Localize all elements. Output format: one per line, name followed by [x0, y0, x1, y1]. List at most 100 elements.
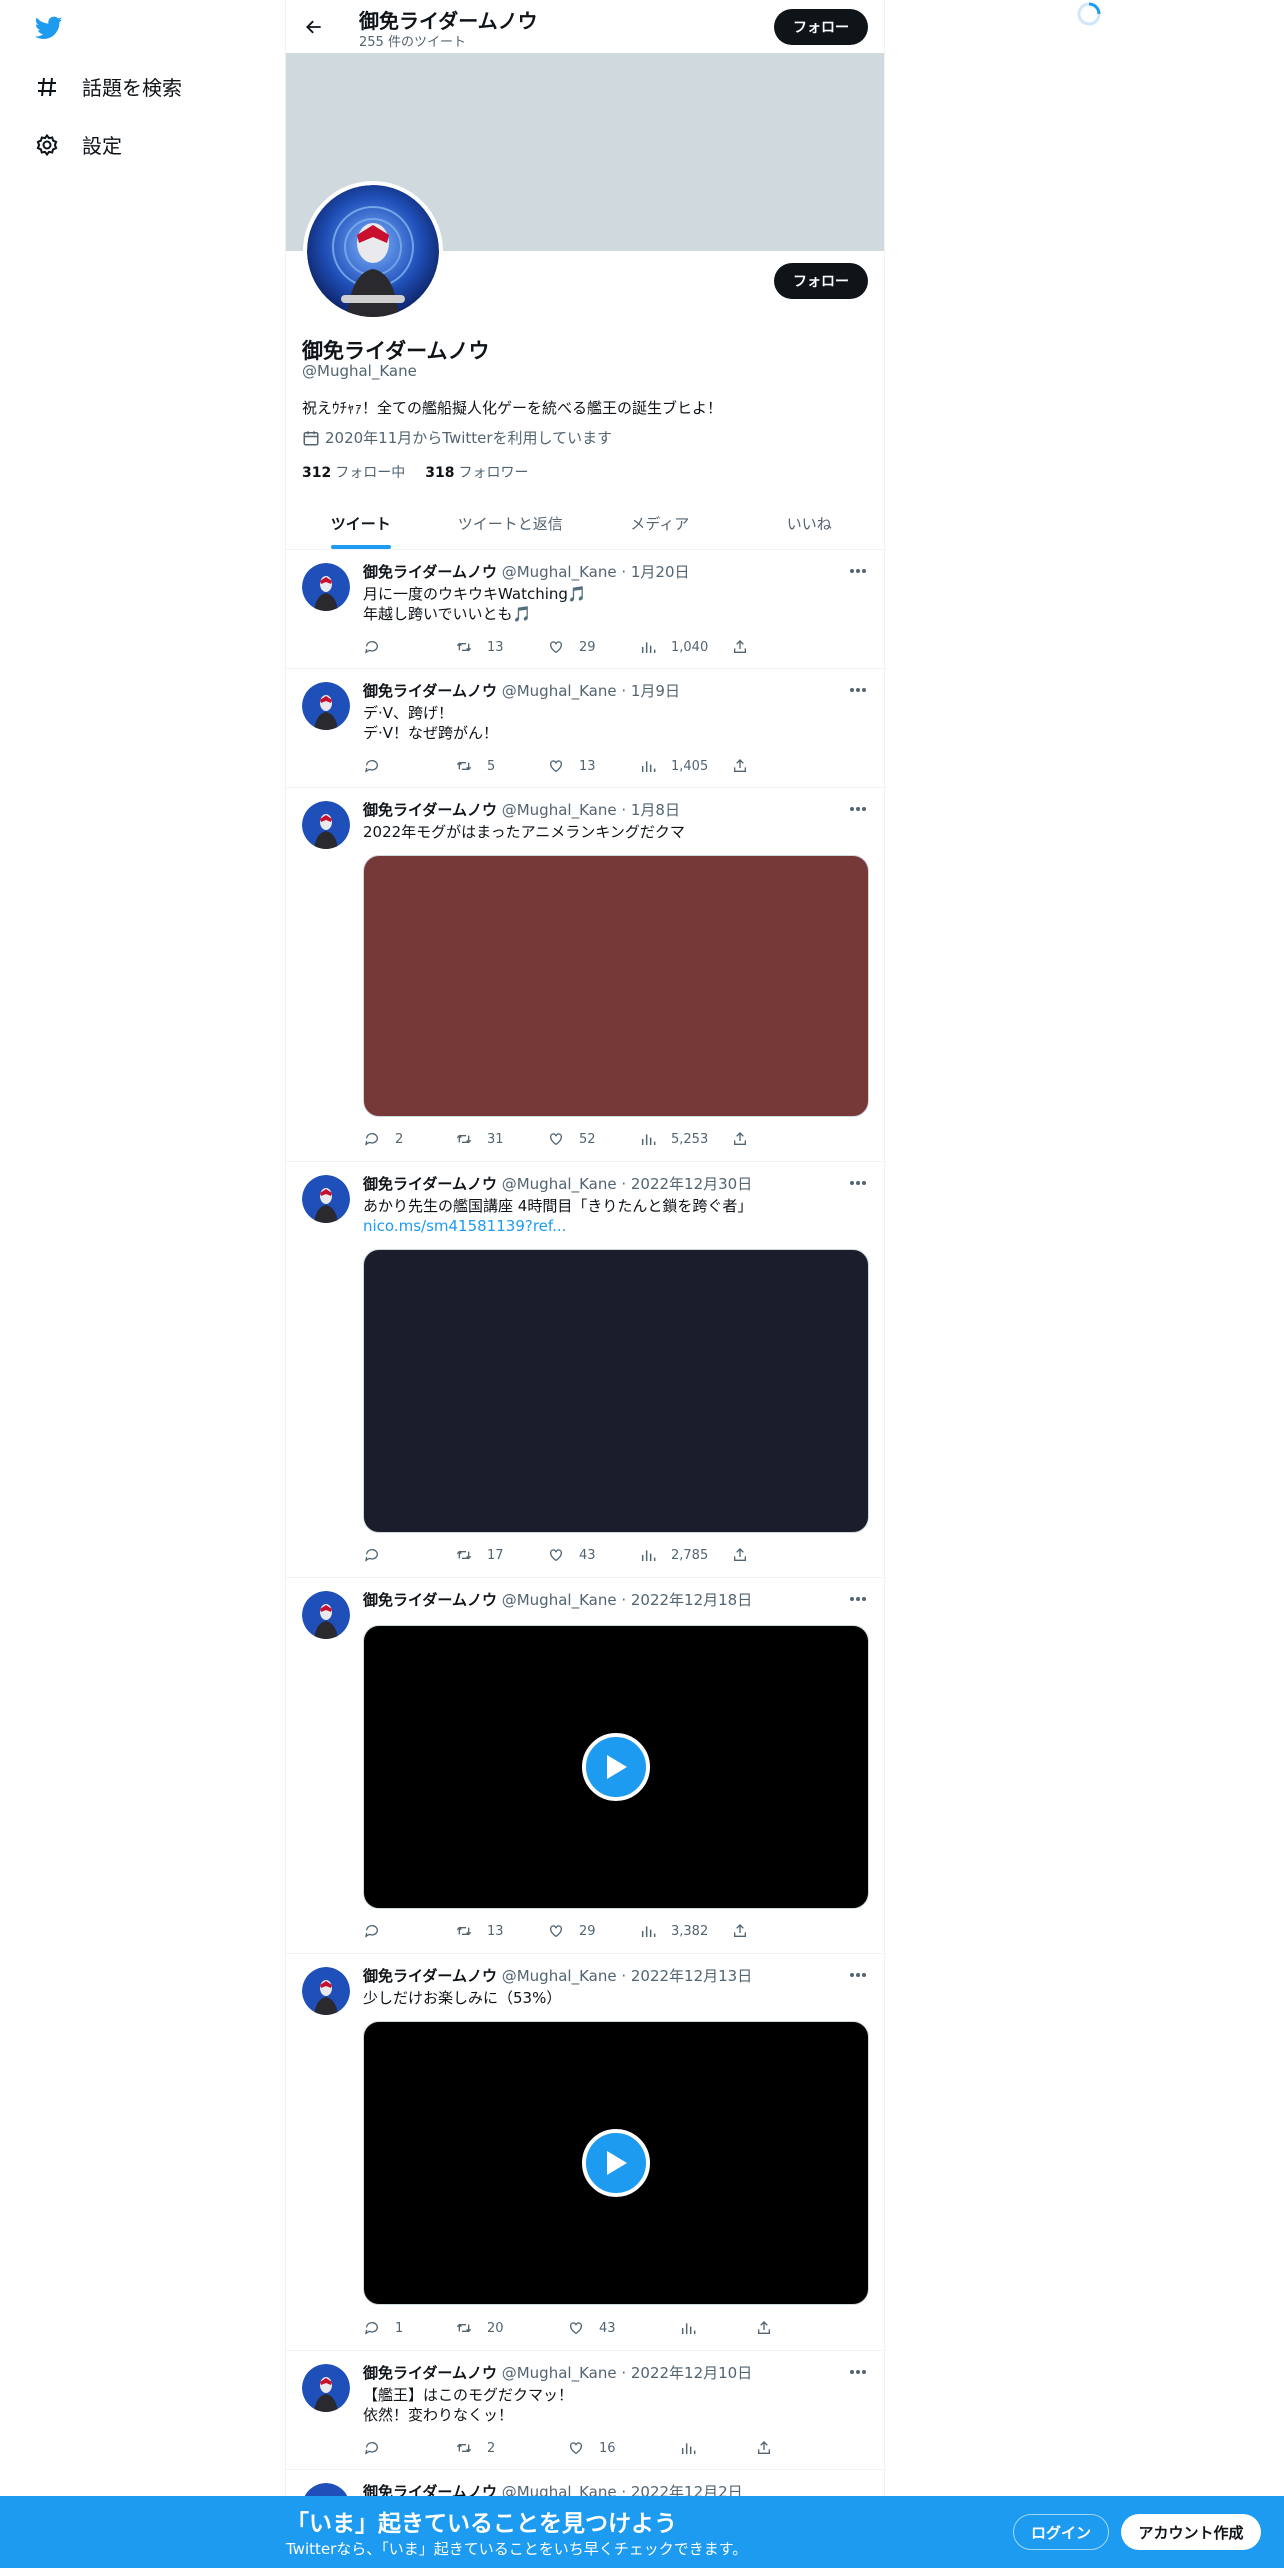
reply-button[interactable] [363, 1546, 455, 1564]
reply-button[interactable]: 1 [363, 2319, 455, 2337]
retweet-button[interactable]: 31 [455, 1130, 547, 1148]
like-button[interactable]: 43 [547, 1546, 639, 1564]
followers-link[interactable]: 318 フォロワー [425, 462, 528, 482]
tweet-author-name[interactable]: 御免ライダームノウ [363, 682, 497, 700]
profile-follow-button[interactable]: フォロー [774, 263, 868, 299]
reply-icon [363, 2439, 381, 2457]
views-button[interactable] [679, 2439, 755, 2457]
views-chart-icon [639, 1922, 657, 1940]
tab-tweets-and-replies[interactable]: ツイートと返信 [436, 497, 586, 549]
views-button[interactable] [679, 2319, 755, 2337]
more-options-icon[interactable] [848, 561, 868, 581]
tweet-avatar[interactable] [302, 1967, 350, 2015]
tweet-avatar[interactable] [302, 2364, 350, 2412]
like-count: 52 [579, 1131, 596, 1147]
retweet-button[interactable]: 13 [455, 1922, 547, 1940]
like-button[interactable]: 16 [567, 2439, 679, 2457]
profile-avatar[interactable] [303, 181, 443, 321]
reply-icon [363, 1130, 381, 1148]
tweet-author-name[interactable]: 御免ライダームノウ [363, 2364, 497, 2382]
back-arrow-icon[interactable] [300, 13, 328, 41]
more-options-icon[interactable] [848, 680, 868, 700]
views-chart-icon [639, 1130, 657, 1148]
retweet-icon [455, 2439, 473, 2457]
tab-media[interactable]: メディア [585, 497, 735, 549]
tweet-avatar[interactable] [302, 563, 350, 611]
following-count: 312 [302, 465, 332, 481]
views-button[interactable]: 1,040 [639, 638, 731, 656]
like-button[interactable]: 29 [547, 638, 639, 656]
reply-button[interactable] [363, 638, 455, 656]
views-button[interactable]: 3,382 [639, 1922, 731, 1940]
more-options-icon[interactable] [848, 799, 868, 819]
header-profile-name: 御免ライダームノウ [359, 9, 538, 33]
share-button[interactable] [731, 1922, 823, 1940]
tweet-actions: 2 31 52 5,253 [363, 1130, 823, 1148]
tweet[interactable]: 御免ライダームノウ @Mughal_Kane · 2022年12月10日 【艦王… [286, 2352, 884, 2470]
tab-label: ツイート [330, 514, 391, 533]
retweet-button[interactable]: 20 [455, 2319, 567, 2337]
like-button[interactable]: 43 [567, 2319, 679, 2337]
tweet-avatar[interactable] [302, 801, 350, 849]
tweet-video[interactable] [363, 1625, 869, 1909]
more-options-icon[interactable] [848, 1589, 868, 1609]
tweet-image[interactable] [363, 1249, 869, 1533]
tweet[interactable]: 御免ライダームノウ @Mughal_Kane · 1月8日 2022年モグがはま… [286, 789, 884, 1162]
header-follow-button[interactable]: フォロー [774, 9, 868, 45]
like-button[interactable]: 29 [547, 1922, 639, 1940]
tweet-author-name[interactable]: 御免ライダームノウ [363, 801, 497, 819]
retweet-button[interactable]: 2 [455, 2439, 567, 2457]
more-options-icon[interactable] [848, 2362, 868, 2382]
create-account-button[interactable]: アカウント作成 [1121, 2514, 1261, 2550]
tweet-header: 御免ライダームノウ @Mughal_Kane · 1月20日 [363, 561, 690, 582]
like-button[interactable]: 13 [547, 757, 639, 775]
tweet[interactable]: 御免ライダームノウ @Mughal_Kane · 2022年12月30日 あかり… [286, 1163, 884, 1578]
play-icon[interactable] [582, 2129, 650, 2197]
tweet-image[interactable] [363, 855, 869, 1117]
twitter-logo-icon[interactable] [33, 14, 65, 42]
signup-banner-subtitle: Twitterなら、「いま」起きていることをいち早くチェックできます。 [286, 2540, 748, 2558]
views-button[interactable]: 2,785 [639, 1546, 731, 1564]
tweet[interactable]: 御免ライダームノウ @Mughal_Kane · 1月9日 デ·V、跨げ！ デ·V… [286, 670, 884, 788]
tweet-author-name[interactable]: 御免ライダームノウ [363, 563, 497, 581]
following-link[interactable]: 312 フォロー中 [302, 462, 405, 482]
tweet[interactable]: 御免ライダームノウ @Mughal_Kane · 2022年12月18日 13 … [286, 1579, 884, 1954]
share-button[interactable] [731, 638, 823, 656]
tweet-video[interactable] [363, 2021, 869, 2305]
share-button[interactable] [755, 2319, 847, 2337]
play-icon[interactable] [582, 1733, 650, 1801]
reply-button[interactable] [363, 2439, 455, 2457]
share-button[interactable] [731, 757, 823, 775]
share-button[interactable] [731, 1546, 823, 1564]
reply-button[interactable]: 2 [363, 1130, 455, 1148]
tweet-link[interactable]: nico.ms/sm41581139?ref... [363, 1216, 752, 1236]
tweet-avatar[interactable] [302, 682, 350, 730]
views-button[interactable]: 5,253 [639, 1130, 731, 1148]
like-button[interactable]: 52 [547, 1130, 639, 1148]
retweet-button[interactable]: 5 [455, 757, 547, 775]
tweet-author-name[interactable]: 御免ライダームノウ [363, 1967, 497, 1985]
nav-item-label: 設定 [82, 134, 122, 158]
reply-button[interactable] [363, 1922, 455, 1940]
tab-likes[interactable]: いいね [735, 497, 885, 549]
tweet-text-line: 月に一度のウキウキWatching🎵 [363, 585, 587, 603]
nav-item-explore[interactable]: 話題を検索 [34, 72, 182, 101]
share-button[interactable] [755, 2439, 847, 2457]
tweet-avatar[interactable] [302, 1175, 350, 1223]
share-button[interactable] [731, 1130, 823, 1148]
more-options-icon[interactable] [848, 1173, 868, 1193]
tweet[interactable]: 御免ライダームノウ @Mughal_Kane · 1月20日 月に一度のウキウキ… [286, 551, 884, 669]
tweet-author-name[interactable]: 御免ライダームノウ [363, 1591, 497, 1609]
views-button[interactable]: 1,405 [639, 757, 731, 775]
more-options-icon[interactable] [848, 1965, 868, 1985]
reply-button[interactable] [363, 757, 455, 775]
nav-item-settings[interactable]: 設定 [34, 130, 122, 159]
tweet-text: 【艦王】はこのモグだクマッ！ 依然！変わりなくッ！ [363, 2385, 573, 2425]
tweet-author-name[interactable]: 御免ライダームノウ [363, 1175, 497, 1193]
tab-tweets[interactable]: ツイート [286, 497, 436, 549]
tweet-avatar[interactable] [302, 1591, 350, 1639]
retweet-button[interactable]: 13 [455, 638, 547, 656]
login-button[interactable]: ログイン [1013, 2514, 1109, 2550]
retweet-button[interactable]: 17 [455, 1546, 547, 1564]
tweet[interactable]: 御免ライダームノウ @Mughal_Kane · 2022年12月13日 少しだ… [286, 1955, 884, 2351]
